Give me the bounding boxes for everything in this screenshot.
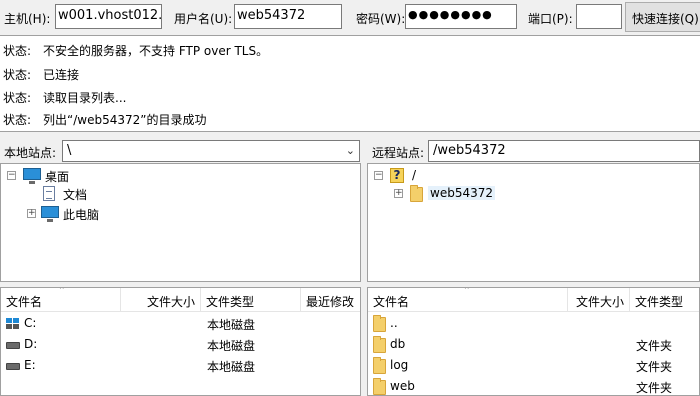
expand-icon[interactable]: + bbox=[394, 189, 403, 198]
quickconnect-bar: 主机(H): w001.vhost012.cn 用户名(U): web54372… bbox=[0, 0, 700, 35]
file-name: C: bbox=[24, 316, 37, 330]
local-site-label: 本地站点: bbox=[4, 146, 57, 160]
message-log: 状态: 不安全的服务器，不支持 FTP over TLS。 状态: 已连接 状态: 读… bbox=[0, 35, 700, 132]
file-name: web bbox=[390, 379, 415, 393]
file-row[interactable]: .. bbox=[368, 313, 699, 334]
password-label: 密码(W): bbox=[356, 12, 406, 26]
remote-site-label: 远程站点: bbox=[372, 146, 425, 160]
column-filetype[interactable]: 文件类型 bbox=[630, 288, 699, 312]
log-text: 列出“/web54372”的目录成功 bbox=[43, 113, 207, 127]
column-label: 文件名 bbox=[373, 295, 410, 309]
file-type: 本地磁盘 bbox=[207, 360, 256, 374]
file-type: 文件夹 bbox=[636, 339, 673, 353]
collapse-icon[interactable]: − bbox=[374, 171, 383, 180]
column-label: 文件大小 bbox=[146, 295, 195, 309]
remote-site-bar: 远程站点: /web54372 bbox=[368, 137, 700, 163]
drive-icon bbox=[6, 342, 20, 349]
windows-drive-icon bbox=[6, 318, 20, 330]
file-row[interactable]: db 文件夹 bbox=[368, 334, 699, 355]
file-name: E: bbox=[24, 358, 36, 372]
chevron-down-icon[interactable]: ⌄ bbox=[346, 144, 355, 157]
column-filesize[interactable]: 文件大小 bbox=[121, 288, 201, 312]
sort-up-icon: ⌃ bbox=[463, 287, 471, 296]
folder-icon bbox=[373, 336, 386, 353]
local-file-list: ⌃ 文件名 文件大小 文件类型 最近修改 C: 本地磁盘 D: 本地磁盘 E: … bbox=[0, 287, 361, 396]
log-status-label: 状态: bbox=[3, 44, 32, 58]
tree-item-label: web54372 bbox=[428, 186, 495, 200]
file-type: 本地磁盘 bbox=[207, 339, 256, 353]
unknown-folder-icon: ? bbox=[390, 168, 404, 183]
tree-item-label: 文档 bbox=[63, 188, 88, 202]
column-filename[interactable]: ⌃ 文件名 bbox=[1, 288, 121, 312]
host-input[interactable]: w001.vhost012.cn bbox=[55, 4, 162, 29]
local-site-bar: 本地站点: \ ⌄ bbox=[0, 137, 360, 163]
folder-icon bbox=[373, 357, 386, 374]
local-site-path-input[interactable]: \ ⌄ bbox=[62, 140, 360, 162]
file-name: db bbox=[390, 337, 406, 351]
column-label: 文件名 bbox=[6, 295, 43, 309]
file-name: log bbox=[390, 358, 409, 372]
log-text: 已连接 bbox=[43, 68, 80, 82]
collapse-icon[interactable]: − bbox=[7, 171, 16, 180]
log-entry: 状态: 不安全的服务器，不支持 FTP over TLS。 bbox=[3, 42, 268, 64]
file-row[interactable]: D: 本地磁盘 bbox=[1, 334, 360, 355]
folder-icon bbox=[410, 185, 423, 202]
folder-icon bbox=[373, 315, 386, 332]
document-icon bbox=[43, 186, 55, 201]
remote-site-path-input[interactable]: /web54372 bbox=[428, 140, 700, 162]
column-label: 文件类型 bbox=[206, 295, 255, 309]
user-label: 用户名(U): bbox=[174, 12, 233, 26]
tree-item-label: 桌面 bbox=[45, 170, 70, 184]
file-row[interactable]: web 文件夹 bbox=[368, 376, 699, 395]
tree-item-label: / bbox=[412, 168, 417, 182]
desktop-icon bbox=[23, 168, 41, 184]
file-name: .. bbox=[390, 316, 398, 330]
log-text: 不安全的服务器，不支持 FTP over TLS。 bbox=[43, 44, 269, 58]
column-filesize[interactable]: 文件大小 bbox=[568, 288, 630, 312]
drive-icon bbox=[6, 363, 20, 370]
port-input[interactable] bbox=[576, 4, 622, 29]
column-filename[interactable]: ⌃ 文件名 bbox=[368, 288, 568, 312]
password-input[interactable]: ●●●●●●●● bbox=[405, 4, 517, 29]
local-directory-tree: − 桌面 文档 + 此电脑 bbox=[0, 163, 361, 282]
file-row[interactable]: C: 本地磁盘 bbox=[1, 313, 360, 334]
remote-file-list: ⌃ 文件名 文件大小 文件类型 .. db 文件夹 log 文件夹 web 文件… bbox=[367, 287, 700, 396]
file-type: 文件夹 bbox=[636, 360, 673, 374]
column-label: 文件类型 bbox=[635, 295, 684, 309]
computer-icon bbox=[41, 206, 59, 222]
file-type: 文件夹 bbox=[636, 381, 673, 395]
file-type: 本地磁盘 bbox=[207, 318, 256, 332]
quickconnect-button[interactable]: 快速连接(Q) bbox=[625, 2, 700, 32]
log-status-label: 状态: bbox=[3, 113, 32, 127]
file-row[interactable]: log 文件夹 bbox=[368, 355, 699, 376]
log-status-label: 状态: bbox=[3, 91, 32, 105]
column-label: 文件大小 bbox=[575, 295, 624, 309]
log-entry: 状态: 读取目录列表... bbox=[3, 89, 126, 111]
expand-icon[interactable]: + bbox=[27, 209, 36, 218]
log-entry: 状态: 已连接 bbox=[3, 66, 79, 88]
folder-icon bbox=[373, 378, 386, 395]
log-entry: 状态: 列出“/web54372”的目录成功 bbox=[3, 111, 206, 133]
host-label: 主机(H): bbox=[4, 12, 51, 26]
file-row[interactable]: E: 本地磁盘 bbox=[1, 355, 360, 376]
remote-file-list-header: ⌃ 文件名 文件大小 文件类型 bbox=[368, 288, 699, 312]
log-text: 读取目录列表... bbox=[43, 91, 127, 105]
user-input[interactable]: web54372 bbox=[234, 4, 342, 29]
local-file-list-header: ⌃ 文件名 文件大小 文件类型 最近修改 bbox=[1, 288, 360, 312]
file-name: D: bbox=[24, 337, 38, 351]
column-modified[interactable]: 最近修改 bbox=[301, 288, 360, 312]
log-status-label: 状态: bbox=[3, 68, 32, 82]
local-site-path: \ bbox=[67, 143, 72, 158]
remote-directory-tree: − ? / + web54372 bbox=[367, 163, 700, 282]
sort-up-icon: ⌃ bbox=[58, 287, 66, 296]
tree-item-label: 此电脑 bbox=[63, 208, 100, 222]
port-label: 端口(P): bbox=[528, 12, 573, 26]
column-label: 最近修改 bbox=[306, 295, 355, 309]
column-filetype[interactable]: 文件类型 bbox=[201, 288, 301, 312]
remote-site-path: /web54372 bbox=[433, 143, 506, 158]
